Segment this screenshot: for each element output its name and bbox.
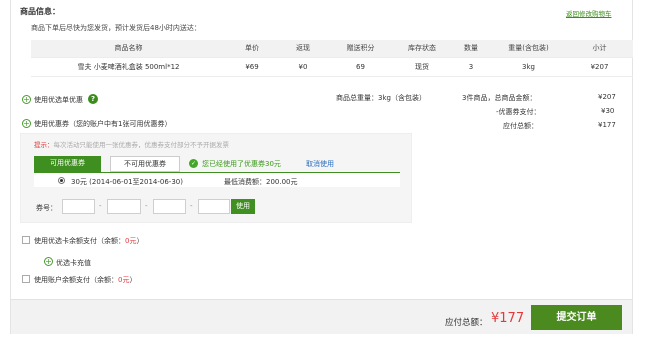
account-balance-text: 使用账户余额支付（余额： — [34, 276, 118, 284]
account-balance-amount: 0元 — [118, 276, 130, 284]
expand-coupon-icon[interactable]: + — [22, 119, 31, 128]
recharge-link[interactable]: 优选卡充值 — [56, 258, 91, 268]
coupon-min-spend: 最低消费额：200.00元 — [224, 178, 298, 186]
goods-total-value: ¥207 — [598, 93, 616, 101]
payable-label: 应付总额： — [503, 122, 538, 130]
cell-subtotal: ¥207 — [566, 57, 633, 77]
cell-stock: 现货 — [393, 57, 451, 77]
coupon-tip: 提示：每次活动只能使用一张优惠券，优惠券支付部分不予开据发票 — [34, 139, 229, 149]
cell-cashback: ¥0 — [278, 57, 328, 77]
card-balance-close: ） — [136, 237, 144, 245]
code-separator: - — [190, 202, 193, 210]
discount-value: ¥30 — [601, 107, 615, 115]
coupon-code-input-3[interactable] — [153, 199, 186, 214]
coupon-tip-text: 每次活动只能使用一张优惠券，优惠券支付部分不予开据发票 — [53, 141, 230, 149]
coupon-code-label: 券号： — [36, 204, 57, 212]
card-balance-amount: 0元 — [125, 237, 137, 245]
code-separator: - — [145, 202, 148, 210]
discount-label: -优惠券支付： — [496, 108, 541, 116]
goods-table-header: 商品名称 单价 返现 赠送积分 库存状态 数量 重量(含包装) 小计 — [31, 40, 633, 58]
recharge-icon[interactable]: + — [44, 257, 53, 266]
coupon-code-input-2[interactable] — [107, 199, 141, 214]
use-coupon-label[interactable]: 使用优惠券（您的账户中有1张可用优惠券） — [34, 119, 171, 129]
help-icon[interactable]: ? — [88, 94, 98, 104]
cancel-coupon-link[interactable]: 取消使用 — [306, 159, 334, 169]
col-price: 单价 — [226, 40, 278, 58]
check-circle-icon: ✓ — [189, 159, 198, 168]
coupon-radio[interactable] — [58, 177, 65, 184]
goods-total-label: 3件商品，总商品金额： — [462, 94, 537, 102]
payable-value: ¥177 — [598, 121, 616, 129]
coupon-item[interactable]: 30元 (2014-06-01至2014-06-30) — [71, 177, 183, 187]
col-stock: 库存状态 — [393, 40, 451, 58]
footer-payable-label: 应付总额： — [445, 318, 488, 328]
section-title: 商品信息： — [20, 7, 60, 16]
submit-order-button[interactable]: 提交订单 — [531, 305, 622, 330]
account-balance-close: ） — [129, 276, 137, 284]
tab-available-coupons[interactable]: 可用优惠券 — [34, 156, 101, 172]
coupon-code-input-4[interactable] — [198, 199, 230, 214]
col-cashback: 返现 — [278, 40, 328, 58]
goods-table: 商品名称 单价 返现 赠送积分 库存状态 数量 重量(含包装) 小计 雪夫 小麦… — [31, 40, 633, 77]
coupon-used-text: 您已经使用了优惠券30元 — [202, 160, 281, 168]
cell-points: 69 — [328, 57, 393, 77]
tab-unavailable-coupons[interactable]: 不可用优惠券 — [110, 156, 180, 172]
col-points: 赠送积分 — [328, 40, 393, 58]
coupon-tip-label: 提示： — [34, 141, 54, 149]
table-row: 雪夫 小麦啤酒礼盒装 500ml*12 ¥69 ¥0 69 现货 3 3kg ¥… — [31, 57, 633, 77]
col-weight: 重量(含包装) — [491, 40, 566, 58]
order-coupon-label[interactable]: 使用优选单优惠 — [34, 95, 83, 105]
use-coupon-button[interactable]: 使用 — [231, 199, 255, 214]
account-balance-label[interactable]: 使用账户余额支付（余额：0元） — [34, 275, 136, 285]
col-subtotal: 小计 — [566, 40, 633, 58]
cell-weight: 3kg — [491, 57, 566, 77]
coupon-code-input-1[interactable] — [62, 199, 95, 214]
card-balance-label[interactable]: 使用优选卡余额支付（余额：0元） — [34, 236, 143, 246]
shipping-note: 商品下单后尽快为您发货，预计发货后48小时内送达： — [31, 24, 201, 32]
cell-price: ¥69 — [226, 57, 278, 77]
card-balance-checkbox[interactable] — [22, 236, 30, 244]
account-balance-checkbox[interactable] — [22, 275, 30, 283]
back-to-cart-link[interactable]: 返回修改购物车 — [566, 8, 612, 18]
cell-qty: 3 — [451, 57, 491, 77]
cell-name[interactable]: 雪夫 小麦啤酒礼盒装 500ml*12 — [31, 57, 226, 77]
col-name: 商品名称 — [31, 40, 226, 58]
card-balance-text: 使用优选卡余额支付（余额： — [34, 237, 125, 245]
total-weight: 商品总重量：3kg（含包装） — [336, 94, 426, 102]
col-qty: 数量 — [451, 40, 491, 58]
code-separator: - — [99, 202, 102, 210]
footer-payable-value: ¥177 — [491, 311, 525, 326]
expand-order-coupon-icon[interactable]: + — [22, 95, 31, 104]
